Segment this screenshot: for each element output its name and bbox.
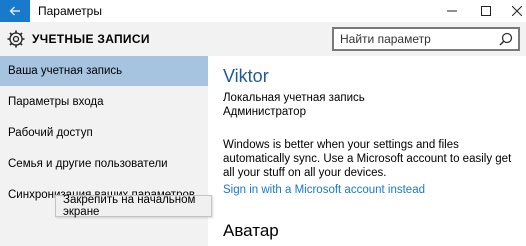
maximize-icon bbox=[481, 6, 491, 16]
back-arrow-icon bbox=[9, 6, 20, 16]
account-type: Локальная учетная запись bbox=[223, 92, 365, 104]
sidebar-item-label: Параметры входа bbox=[8, 96, 104, 108]
sidebar-item-family-other-users[interactable]: Семья и другие пользователи bbox=[0, 149, 208, 179]
main-content: Viktor Локальная учетная запись Админист… bbox=[208, 56, 526, 246]
search-icon[interactable] bbox=[499, 32, 513, 46]
microsoft-account-link[interactable]: Sign in with a Microsoft account instead bbox=[223, 184, 425, 196]
sidebar-item-label: Рабочий доступ bbox=[8, 127, 93, 139]
search-input[interactable] bbox=[340, 29, 490, 49]
gear-icon bbox=[7, 30, 25, 48]
close-icon bbox=[512, 6, 522, 16]
sidebar-item-your-account[interactable]: Ваша учетная запись bbox=[0, 56, 208, 86]
account-role: Администратор bbox=[223, 106, 306, 118]
window-title: Параметры bbox=[38, 4, 102, 18]
page-title: УЧЕТНЫЕ ЗАПИСИ bbox=[32, 32, 150, 46]
tooltip-text: Закрепить на начальном экране bbox=[63, 194, 196, 218]
avatar-heading: Аватар bbox=[223, 221, 279, 240]
sidebar-item-label: Ваша учетная запись bbox=[8, 65, 123, 77]
minimize-icon bbox=[447, 10, 457, 12]
sidebar-item-sign-in-options[interactable]: Параметры входа bbox=[0, 87, 208, 117]
sidebar-item-work-access[interactable]: Рабочий доступ bbox=[0, 118, 208, 148]
sync-message: Windows is better when your settings and… bbox=[223, 139, 512, 179]
sidebar-item-label: Семья и другие пользователи bbox=[8, 158, 168, 170]
search-box[interactable] bbox=[332, 27, 520, 51]
pin-to-start-tooltip: Закрепить на начальном экране bbox=[55, 194, 212, 218]
page-header: УЧЕТНЫЕ ЗАПИСИ bbox=[0, 22, 526, 56]
close-button[interactable] bbox=[502, 0, 526, 22]
back-button[interactable] bbox=[0, 0, 30, 22]
minimize-button[interactable] bbox=[437, 0, 467, 22]
title-bar: Параметры bbox=[0, 0, 526, 22]
user-name: Viktor bbox=[223, 66, 269, 86]
maximize-button[interactable] bbox=[471, 0, 501, 22]
